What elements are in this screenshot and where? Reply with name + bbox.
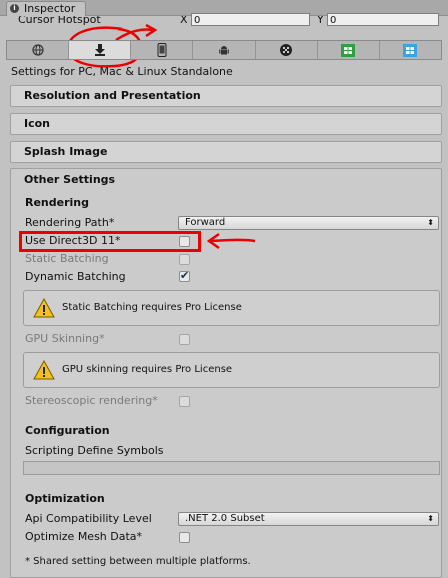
static-batching-warning-text: Static Batching requires Pro License: [62, 302, 242, 313]
platform-tab-standalone[interactable]: [69, 41, 132, 59]
stereoscopic-checkbox[interactable]: [179, 396, 190, 407]
section-resolution-header[interactable]: Resolution and Presentation: [10, 85, 442, 107]
annotation-arrow: [206, 232, 256, 250]
cursor-hotspot-x-field[interactable]: 0: [191, 13, 310, 26]
windows-phone-icon: [403, 43, 418, 57]
static-batching-warning-box: Static Batching requires Pro License: [23, 290, 440, 326]
shared-setting-footnote: * Shared setting between multiple platfo…: [25, 556, 251, 567]
globe-icon: [31, 44, 44, 56]
section-other-header[interactable]: Other Settings: [24, 173, 115, 186]
optimize-mesh-checkbox[interactable]: [179, 532, 190, 543]
static-batching-label: Static Batching: [25, 252, 109, 265]
api-compat-label: Api Compatibility Level: [25, 512, 152, 525]
dropdown-arrows-icon: ⬍: [427, 514, 434, 523]
api-compat-dropdown[interactable]: .NET 2.0 Subset ⬍: [178, 512, 439, 526]
rendering-path-dropdown[interactable]: Forward ⬍: [178, 216, 439, 230]
platform-tab-blackberry[interactable]: [256, 41, 318, 59]
inspector-tab[interactable]: i Inspector: [6, 1, 86, 16]
inspector-tab-label: Inspector: [24, 2, 76, 15]
phone-icon: [157, 43, 167, 57]
scripting-define-input[interactable]: [23, 461, 440, 475]
platform-tab-windows-phone[interactable]: [380, 41, 441, 59]
info-icon: i: [10, 4, 19, 13]
rendering-path-label: Rendering Path*: [25, 216, 115, 229]
gpu-skinning-label: GPU Skinning*: [25, 332, 105, 345]
blackberry-icon: [280, 44, 293, 56]
api-compat-value: .NET 2.0 Subset: [185, 513, 265, 524]
scripting-define-label: Scripting Define Symbols: [25, 444, 164, 457]
platform-tabs: [6, 40, 442, 60]
checkmark-icon: ✔: [180, 269, 190, 282]
platform-tab-android[interactable]: [193, 41, 256, 59]
section-icon-header[interactable]: Icon: [10, 113, 442, 135]
section-splash-header[interactable]: Splash Image: [10, 141, 442, 163]
gpu-skinning-checkbox[interactable]: [179, 334, 190, 345]
stereoscopic-label: Stereoscopic rendering*: [25, 394, 158, 407]
cursor-hotspot-y-field[interactable]: 0: [327, 13, 439, 26]
warning-icon: [33, 360, 55, 380]
gpu-skinning-warning-box: GPU skinning requires Pro License: [23, 352, 440, 388]
rendering-heading: Rendering: [25, 196, 89, 209]
annotation-box: [19, 231, 201, 252]
android-icon: [219, 46, 229, 55]
platform-tab-windows-store[interactable]: [318, 41, 380, 59]
optimization-heading: Optimization: [25, 492, 105, 505]
gpu-skinning-warning-text: GPU skinning requires Pro License: [62, 364, 233, 375]
platform-tab-web[interactable]: [7, 41, 70, 59]
dropdown-arrows-icon: ⬍: [427, 218, 434, 227]
static-batching-checkbox[interactable]: [179, 254, 190, 265]
rendering-path-value: Forward: [185, 217, 226, 228]
download-icon: [94, 44, 105, 56]
warning-icon: [33, 298, 55, 318]
configuration-heading: Configuration: [25, 424, 110, 437]
dynamic-batching-checkbox[interactable]: ✔: [179, 269, 190, 282]
settings-for-label: Settings for PC, Mac & Linux Standalone: [11, 65, 233, 78]
optimize-mesh-label: Optimize Mesh Data*: [25, 530, 143, 543]
dynamic-batching-label: Dynamic Batching: [25, 270, 126, 283]
platform-tab-ios[interactable]: [131, 41, 194, 59]
windows-store-icon: [341, 43, 356, 57]
